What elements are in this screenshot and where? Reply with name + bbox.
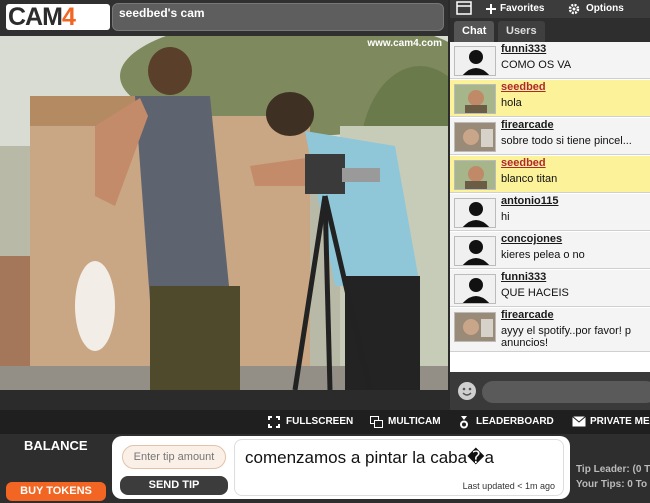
- chat-message: concojones kieres pelea o no: [450, 232, 650, 269]
- cam-title: seedbed's cam: [119, 6, 205, 20]
- chat-top-bar: Favorites Options: [450, 0, 650, 18]
- chat-username[interactable]: seedbed: [501, 157, 546, 169]
- video-frame: [0, 36, 448, 390]
- chat-message: seedbed blanco titan: [450, 156, 650, 193]
- chat-username[interactable]: seedbed: [501, 81, 546, 93]
- chat-username[interactable]: antonio115: [501, 195, 558, 207]
- avatar: [454, 160, 496, 190]
- chat-text: hola: [501, 97, 522, 109]
- chat-text: sobre todo si tiene pincel...: [501, 135, 632, 147]
- user-silhouette-icon: [462, 202, 490, 227]
- chat-panel: Favorites Options Chat Users funni333 CO…: [448, 0, 650, 410]
- smiley-icon[interactable]: [458, 382, 476, 400]
- cam-toolbar: FULLSCREEN MULTICAM LEADERBOARD PRIVATE …: [0, 410, 650, 434]
- cam4-logo[interactable]: CAM4: [6, 4, 110, 30]
- chat-text: ayyy el spotify..por favor! p: [501, 325, 632, 337]
- your-tips: Your Tips: 0 To: [576, 479, 648, 490]
- room-topic: comenzamos a pintar la caba�a Last updat…: [234, 439, 564, 496]
- chat-input[interactable]: [482, 381, 650, 403]
- avatar: [454, 312, 496, 342]
- tab-chat[interactable]: Chat: [454, 21, 495, 42]
- chat-text: hi: [501, 211, 510, 223]
- user-silhouette-icon: [462, 50, 490, 75]
- user-photo-icon: [455, 313, 495, 341]
- video-stream[interactable]: www.cam4.com: [0, 36, 448, 390]
- cam-title-bar: seedbed's cam: [112, 3, 444, 31]
- tab-users[interactable]: Users: [498, 21, 545, 42]
- user-photo-icon: [455, 85, 495, 113]
- envelope-icon: [572, 416, 586, 427]
- user-silhouette-icon: [462, 240, 490, 265]
- chat-username[interactable]: concojones: [501, 233, 562, 245]
- gear-icon: [568, 3, 580, 15]
- last-updated: Last updated < 1m ago: [462, 481, 555, 491]
- chat-text: QUE HACEIS: [501, 287, 569, 299]
- options-label: Options: [586, 3, 624, 14]
- medal-icon: [460, 416, 468, 429]
- logo-number: 4: [61, 3, 76, 31]
- chat-message: funni333 COMO OS VA: [450, 42, 650, 79]
- send-tip-button[interactable]: SEND TIP: [120, 476, 228, 495]
- tip-leader: Tip Leader: (0 T: [576, 464, 650, 475]
- user-silhouette-icon: [462, 278, 490, 303]
- chat-message: funni333 QUE HACEIS: [450, 270, 650, 307]
- plus-icon: [486, 4, 496, 14]
- avatar: [454, 84, 496, 114]
- chat-message: firearcade ayyy el spotify..por favor! p…: [450, 308, 650, 352]
- private-message-label: PRIVATE ME: [590, 416, 650, 427]
- leaderboard-label: LEADERBOARD: [476, 416, 554, 427]
- chat-input-row: [450, 372, 650, 410]
- tip-box: SEND TIP comenzamos a pintar la caba�a L…: [112, 436, 570, 499]
- topic-text: comenzamos a pintar la caba�a: [245, 448, 494, 467]
- chat-text: COMO OS VA: [501, 59, 572, 71]
- chat-text-continued: anuncios!: [501, 337, 549, 349]
- chat-message: seedbed hola: [450, 80, 650, 117]
- favorites-label: Favorites: [500, 3, 545, 14]
- chat-text: kieres pelea o no: [501, 249, 585, 261]
- multicam-icon: [370, 416, 383, 428]
- chat-messages[interactable]: funni333 COMO OS VA seedbed hola firearc…: [450, 42, 650, 372]
- chat-text: blanco titan: [501, 173, 558, 185]
- fullscreen-icon: [268, 416, 280, 428]
- fullscreen-label: FULLSCREEN: [286, 416, 354, 427]
- chat-username[interactable]: firearcade: [501, 119, 554, 131]
- window-icon[interactable]: [456, 1, 472, 17]
- avatar: [454, 46, 496, 76]
- top-bar: CAM4 seedbed's cam: [0, 0, 448, 36]
- balance-label: BALANCE: [24, 438, 88, 453]
- tip-amount-input[interactable]: [122, 445, 226, 469]
- buy-tokens-button[interactable]: BUY TOKENS: [6, 482, 106, 501]
- cam4-watermark: www.cam4.com: [367, 38, 442, 49]
- chat-username[interactable]: funni333: [501, 271, 546, 283]
- user-photo-icon: [455, 161, 495, 189]
- avatar: [454, 274, 496, 304]
- avatar: [454, 236, 496, 266]
- chat-tabs: Chat Users: [450, 18, 650, 42]
- chat-message: antonio115 hi: [450, 194, 650, 231]
- multicam-label: MULTICAM: [388, 416, 441, 427]
- chat-username[interactable]: funni333: [501, 43, 546, 55]
- user-photo-icon: [455, 123, 495, 151]
- bottom-panel: BALANCE BUY TOKENS SEND TIP comenzamos a…: [0, 434, 650, 503]
- chat-message: firearcade sobre todo si tiene pincel...: [450, 118, 650, 155]
- logo-text: CAM: [8, 3, 63, 31]
- avatar: [454, 122, 496, 152]
- chat-username[interactable]: firearcade: [501, 309, 554, 321]
- avatar: [454, 198, 496, 228]
